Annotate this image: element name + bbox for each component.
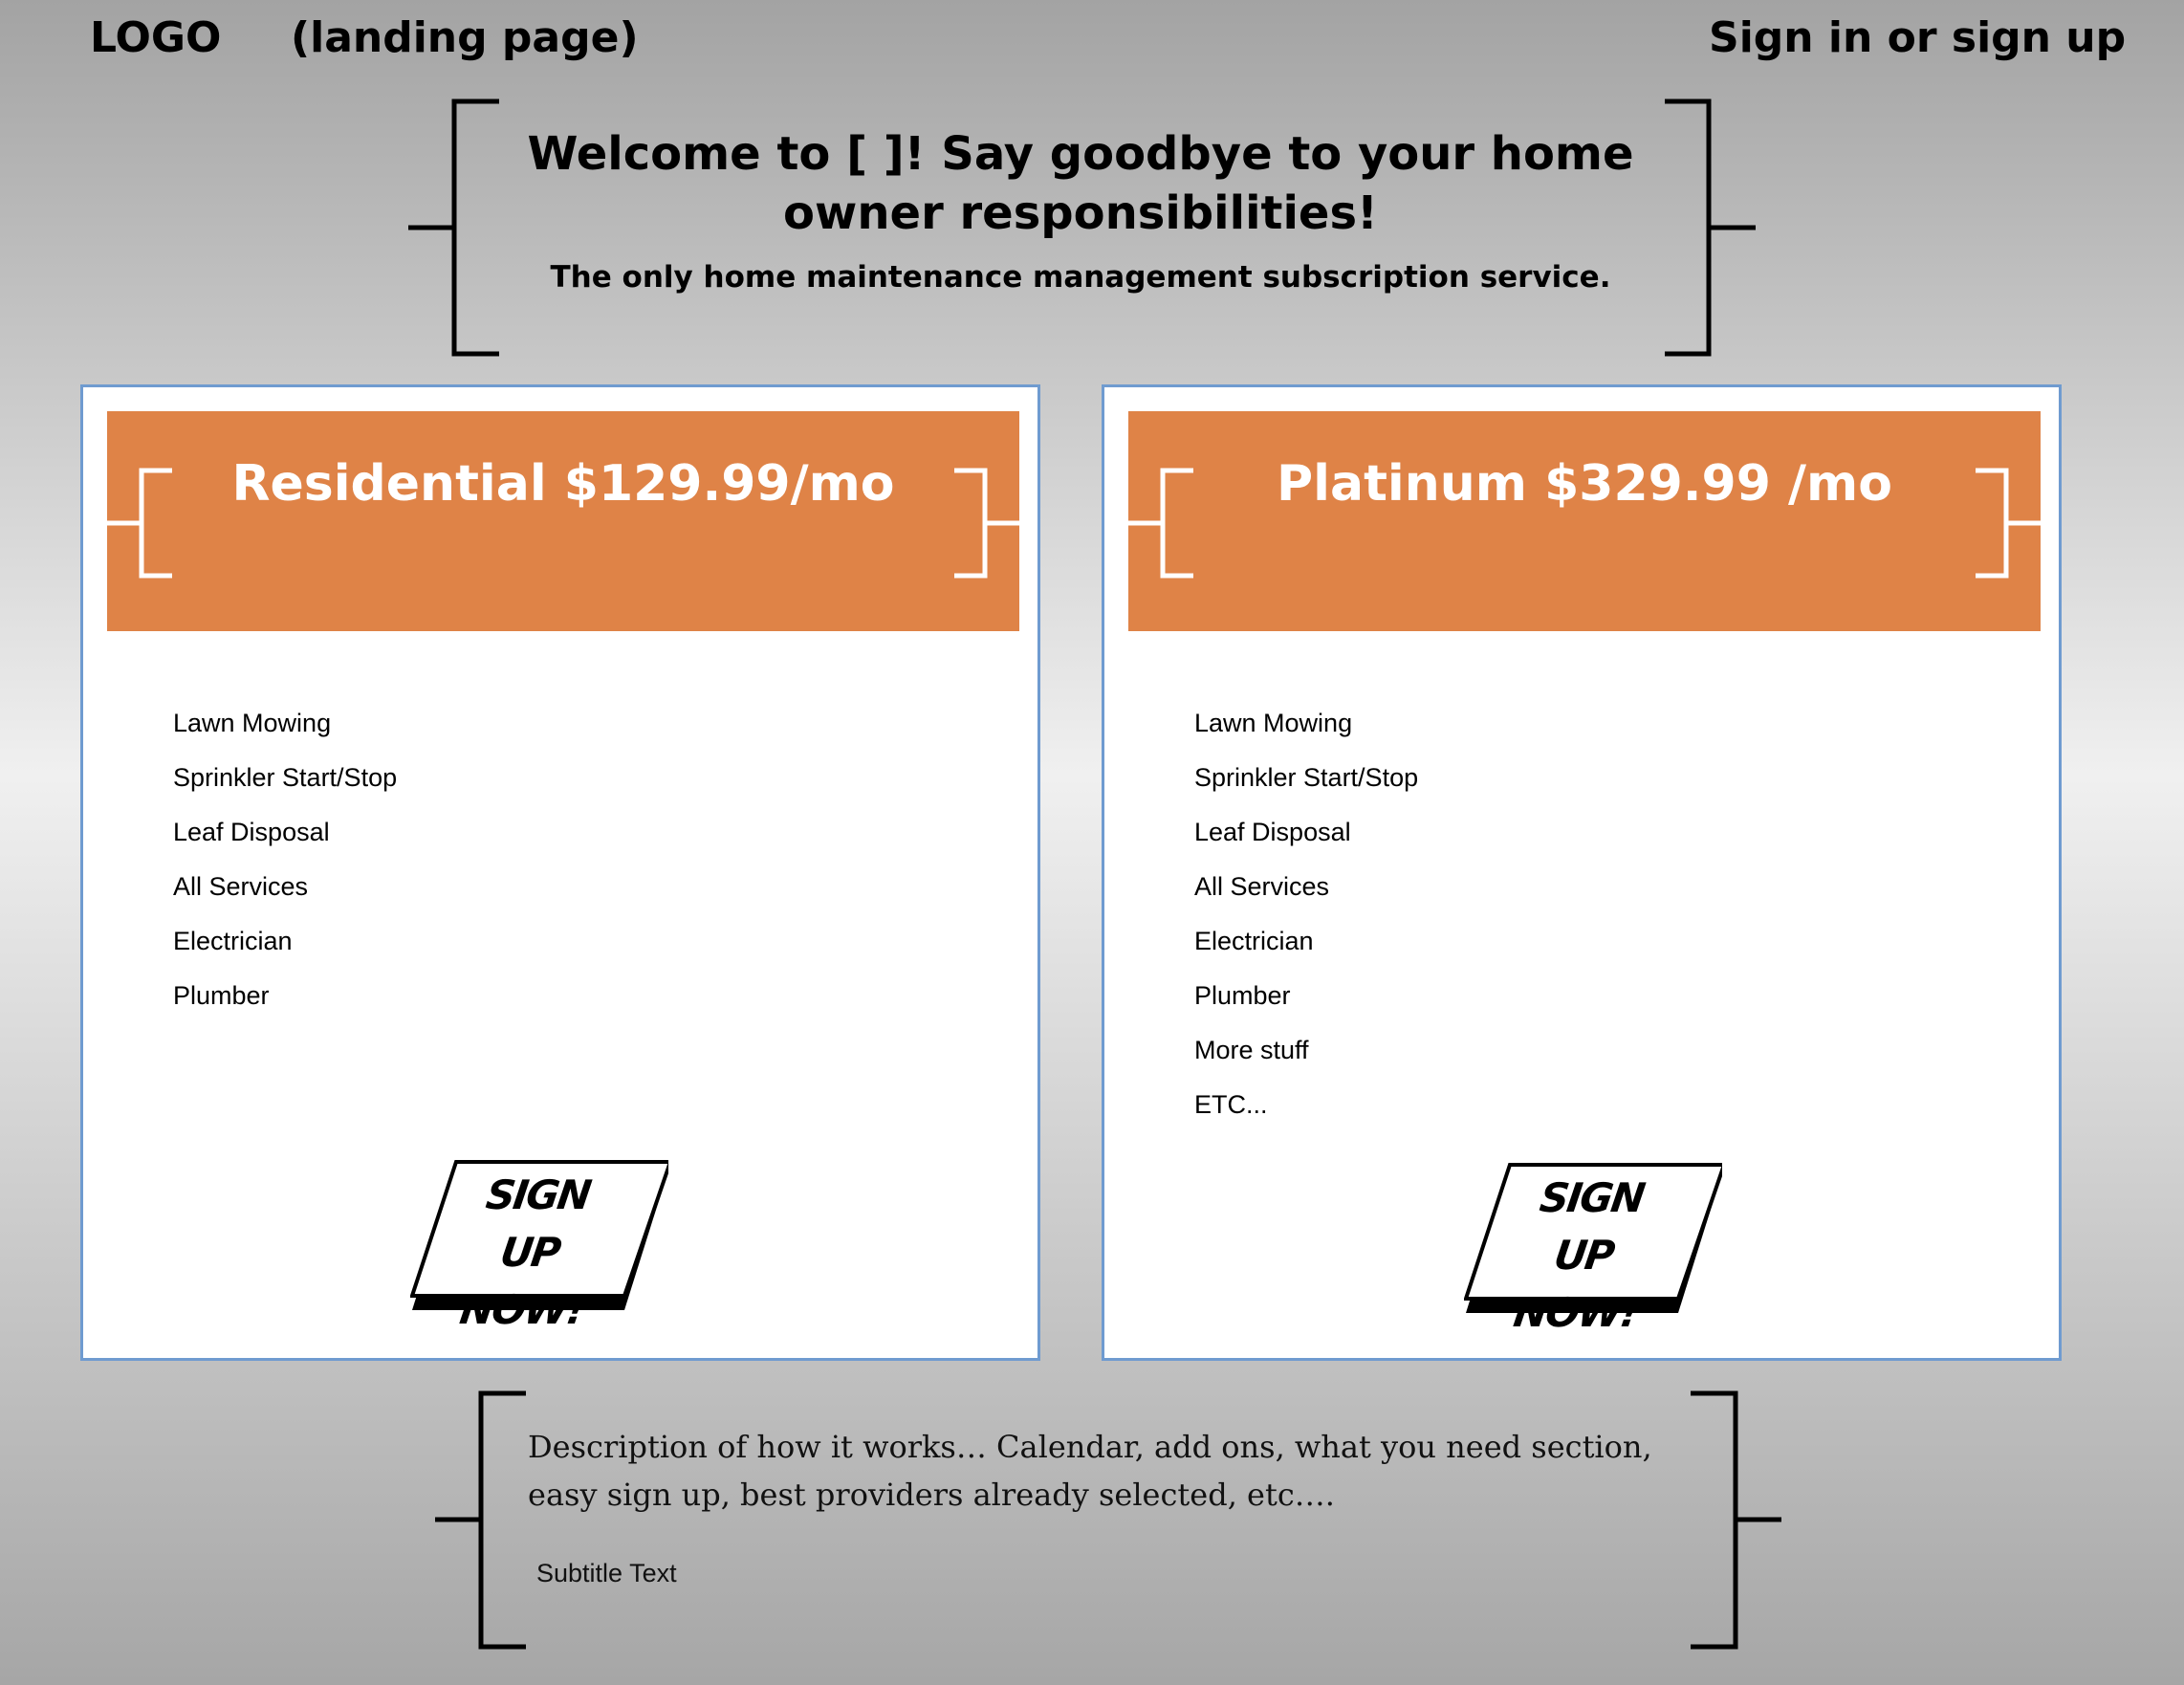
- description-text: Description of how it works… Calendar, a…: [528, 1429, 1652, 1513]
- description-subtitle: Subtitle Text: [536, 1559, 677, 1587]
